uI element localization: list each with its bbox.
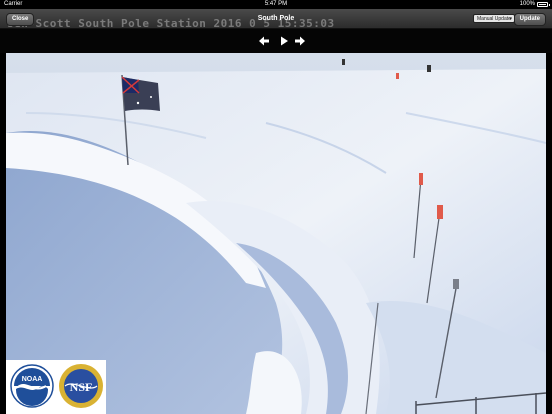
nsf-logo: NSF: [59, 364, 103, 408]
close-button[interactable]: Close: [6, 13, 35, 26]
noaa-logo-text: NOAA: [22, 376, 43, 383]
battery-indicator: 100%: [519, 0, 550, 9]
page-title: South Pole: [257, 15, 295, 22]
arrow-left-icon[interactable]: [257, 34, 271, 48]
chevron-down-icon: ▾: [509, 16, 512, 22]
arrow-right-icon[interactable]: [293, 34, 307, 48]
noaa-logo: NOAA: [10, 364, 54, 408]
play-icon[interactable]: [277, 34, 291, 48]
agency-logos: NOAA NSF: [6, 360, 106, 414]
playback-toolbar: [0, 29, 552, 53]
status-bar: Carrier 5:47 PM 100%: [0, 0, 552, 9]
nav-bar: sen-Scott South Pole Station 2016 0 5 15…: [0, 9, 552, 30]
update-mode-value: Manual Update: [477, 16, 511, 22]
status-time: 5:47 PM: [264, 1, 288, 7]
battery-percent: 100%: [519, 1, 535, 7]
nsf-logo-text: NSF: [70, 380, 93, 394]
update-button[interactable]: Update: [513, 13, 546, 26]
battery-icon: [537, 2, 550, 7]
update-mode-select[interactable]: Manual Update ▾: [473, 14, 515, 23]
